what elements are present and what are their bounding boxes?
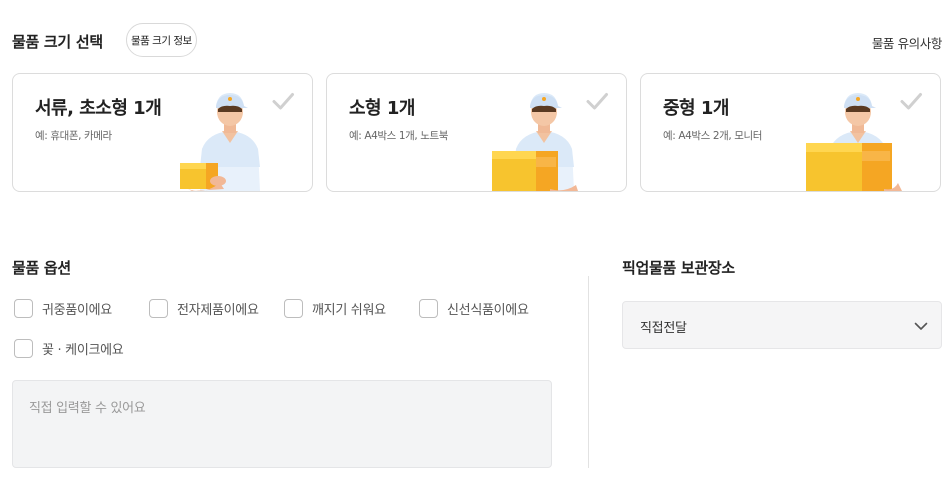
size-info-button[interactable]: 물품 크기 정보: [126, 23, 197, 57]
checkbox[interactable]: [14, 338, 33, 358]
option-label: 전자제품이에요: [177, 302, 259, 318]
size-section-header: 물품 크기 선택 물품 크기 정보 물품 유의사항: [12, 22, 942, 58]
size-card-title: 중형 1개: [663, 98, 729, 119]
size-card-desc: 예: 휴대폰, 카메라: [35, 130, 112, 142]
chevron-down-icon: [914, 322, 928, 330]
option-flower-cake[interactable]: 꽃 · 케이크에요: [14, 338, 124, 358]
courier-illustration: [806, 93, 902, 191]
size-card-desc: 예: A4박스 1개, 노트북: [349, 130, 449, 142]
option-electronics[interactable]: 전자제품이에요: [149, 298, 259, 318]
size-card-small[interactable]: 소형 1개 예: A4박스 1개, 노트북: [326, 73, 627, 192]
memo-input[interactable]: 직접 입력할 수 있어요: [12, 380, 552, 468]
courier-illustration: [492, 93, 578, 191]
checkbox[interactable]: [284, 298, 303, 318]
options-row-2: 꽃 · 케이크에요: [14, 338, 214, 360]
option-label: 신선식품이에요: [447, 302, 529, 318]
option-fragile[interactable]: 깨지기 쉬워요: [284, 298, 386, 318]
storage-select[interactable]: 직접전달: [622, 301, 942, 349]
courier-illustration: [180, 93, 260, 191]
size-card-title: 소형 1개: [349, 98, 415, 119]
option-label: 깨지기 쉬워요: [312, 302, 386, 318]
section-divider: [588, 276, 589, 468]
storage-selected-value: 직접전달: [640, 321, 687, 336]
size-card-list: 서류, 초소형 1개 예: 휴대폰, 카메라 소형 1개 예: A4박스 1개,…: [12, 73, 942, 192]
storage-section-title: 픽업물품 보관장소: [622, 259, 735, 277]
option-fresh-food[interactable]: 신선식품이에요: [419, 298, 529, 318]
size-card-title: 서류, 초소형 1개: [35, 98, 162, 119]
checkbox[interactable]: [419, 298, 438, 318]
size-card-medium[interactable]: 중형 1개 예: A4박스 2개, 모니터: [640, 73, 941, 192]
size-section-title: 물품 크기 선택: [12, 33, 103, 51]
option-label: 귀중품이에요: [42, 302, 112, 318]
size-card-document[interactable]: 서류, 초소형 1개 예: 휴대폰, 카메라: [12, 73, 313, 192]
option-valuable[interactable]: 귀중품이에요: [14, 298, 112, 318]
checkbox[interactable]: [14, 298, 33, 318]
item-notice-link[interactable]: 물품 유의사항: [872, 33, 943, 52]
options-section-title: 물품 옵션: [12, 259, 71, 277]
size-card-desc: 예: A4박스 2개, 모니터: [663, 130, 763, 142]
checkbox[interactable]: [149, 298, 168, 318]
option-label: 꽃 · 케이크에요: [42, 342, 124, 358]
options-row-1: 귀중품이에요 전자제품이에요 깨지기 쉬워요 신선식품이에요: [14, 298, 574, 320]
